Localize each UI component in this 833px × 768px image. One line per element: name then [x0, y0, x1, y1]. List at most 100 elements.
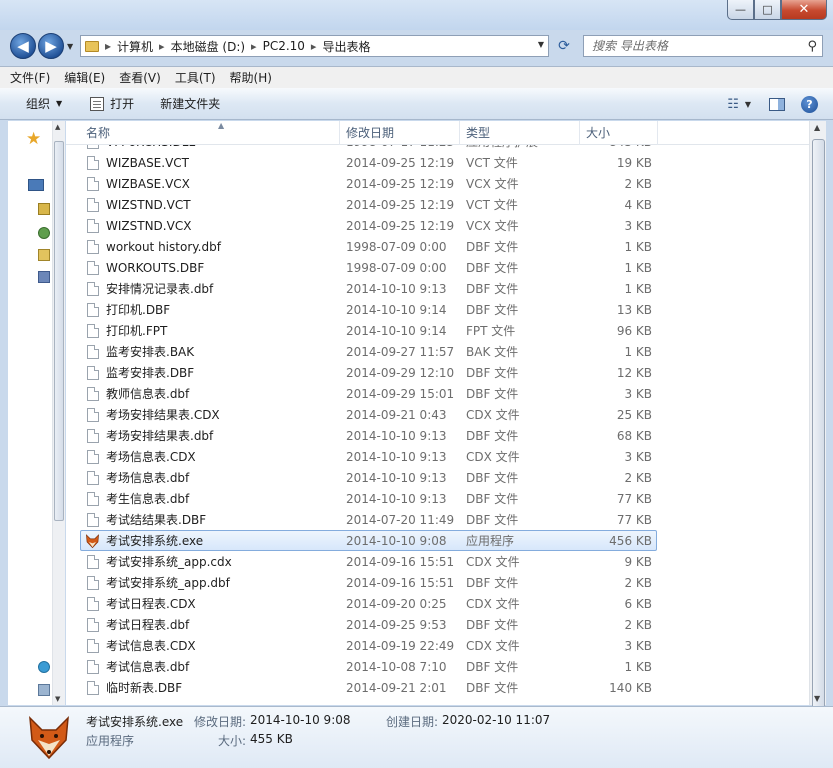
- back-button[interactable]: ◀: [10, 33, 36, 59]
- menu-edit[interactable]: 编辑(E): [64, 69, 105, 86]
- file-type: DBF 文件: [466, 429, 519, 443]
- file-row[interactable]: 安排情况记录表.dbf 2014-10-10 9:13 DBF 文件 1 KB: [80, 278, 657, 299]
- file-row[interactable]: 考生信息表.dbf 2014-10-10 9:13 DBF 文件 77 KB: [80, 488, 657, 509]
- homegroup-icon[interactable]: [38, 227, 50, 239]
- file-row[interactable]: 临时新表.DBF 2014-09-21 2:01 DBF 文件 140 KB: [80, 677, 657, 698]
- file-row[interactable]: 考试安排系统_app.dbf 2014-09-16 15:51 DBF 文件 2 KB: [80, 572, 657, 593]
- organize-button[interactable]: 组织 ▼: [0, 88, 72, 119]
- desktop-icon[interactable]: [28, 179, 44, 191]
- file-size: 77 KB: [616, 492, 652, 506]
- view-dropdown-icon[interactable]: ▼: [745, 100, 751, 109]
- scroll-down-icon[interactable]: ▼: [55, 695, 60, 703]
- file-row[interactable]: WIZBASE.VCT 2014-09-25 12:19 VCT 文件 19 KB: [80, 152, 657, 173]
- file-date: 2014-09-25 12:19: [346, 177, 455, 191]
- scroll-up-icon[interactable]: ▲: [55, 123, 60, 131]
- file-row[interactable]: 监考安排表.BAK 2014-09-27 11:57 BAK 文件 1 KB: [80, 341, 657, 362]
- file-row[interactable]: 考场安排结果表.CDX 2014-09-21 0:43 CDX 文件 25 KB: [80, 404, 657, 425]
- file-row[interactable]: 考场信息表.CDX 2014-10-10 9:13 CDX 文件 3 KB: [80, 446, 657, 467]
- network-icon[interactable]: [38, 661, 50, 673]
- file-row[interactable]: 考试安排系统.exe 2014-10-10 9:08 应用程序 456 KB: [80, 530, 657, 551]
- refresh-button[interactable]: ⟳: [553, 35, 575, 57]
- scroll-down-icon[interactable]: ▼: [814, 694, 820, 703]
- file-size: 3 KB: [624, 387, 652, 401]
- menu-file[interactable]: 文件(F): [10, 69, 50, 86]
- menu-view[interactable]: 查看(V): [119, 69, 161, 86]
- file-list-scrollbar[interactable]: ▲ ▼: [809, 121, 826, 709]
- breadcrumb-item[interactable]: PC2.10: [263, 39, 305, 53]
- maximize-button[interactable]: □: [754, 0, 781, 20]
- search-input[interactable]: [592, 39, 792, 53]
- file-row[interactable]: 考试日程表.dbf 2014-09-25 9:53 DBF 文件 2 KB: [80, 614, 657, 635]
- view-options-icon[interactable]: ☷: [727, 97, 739, 112]
- file-row[interactable]: 考试信息表.CDX 2014-09-19 22:49 CDX 文件 3 KB: [80, 635, 657, 656]
- file-name: 考试安排系统_app.dbf: [106, 576, 230, 590]
- preview-pane-icon[interactable]: [769, 97, 785, 111]
- file-icon: [87, 660, 99, 674]
- open-button[interactable]: 打开: [72, 88, 144, 119]
- column-date[interactable]: 修改日期: [340, 121, 460, 145]
- drive-icon[interactable]: [38, 684, 50, 696]
- file-row[interactable]: 考试信息表.dbf 2014-10-08 7:10 DBF 文件 1 KB: [80, 656, 657, 677]
- folder-icon[interactable]: [38, 249, 50, 261]
- nav-scrollbar[interactable]: ▲ ▼: [52, 121, 65, 705]
- close-button[interactable]: ✕: [781, 0, 827, 20]
- column-name[interactable]: 名称 ▲: [80, 121, 340, 145]
- chevron-right-icon[interactable]: ▸: [251, 40, 257, 53]
- help-icon[interactable]: ?: [801, 95, 818, 113]
- sort-ascending-icon: ▲: [218, 121, 225, 130]
- minimize-button[interactable]: —: [727, 0, 754, 20]
- file-icon: [87, 681, 99, 695]
- file-size: 2 KB: [624, 576, 652, 590]
- file-row[interactable]: 打印机.DBF 2014-10-10 9:14 DBF 文件 13 KB: [80, 299, 657, 320]
- file-row[interactable]: WIZSTND.VCT 2014-09-25 12:19 VCT 文件 4 KB: [80, 194, 657, 215]
- file-row[interactable]: WIZSTND.VCX 2014-09-25 12:19 VCX 文件 3 KB: [80, 215, 657, 236]
- chevron-right-icon[interactable]: ▸: [105, 39, 111, 53]
- library-icon[interactable]: [38, 203, 50, 215]
- file-size: 19 KB: [616, 156, 652, 170]
- file-icon: [87, 177, 99, 191]
- file-row[interactable]: 考试安排系统_app.cdx 2014-09-16 15:51 CDX 文件 9 KB: [80, 551, 657, 572]
- scroll-up-icon[interactable]: ▲: [814, 123, 820, 132]
- file-list: VFP6RCHS.DLL1998-07-17 11:23应用程序扩展845 KB…: [66, 121, 809, 705]
- column-type[interactable]: 类型: [460, 121, 580, 145]
- file-icon: [87, 618, 99, 632]
- window-controls: — □ ✕: [727, 0, 827, 20]
- chevron-right-icon[interactable]: ▸: [311, 40, 317, 53]
- breadcrumb: 计算机 ▸ 本地磁盘 (D:) ▸ PC2.10 ▸ 导出表格: [117, 38, 370, 55]
- file-row[interactable]: workout history.dbf 1998-07-09 0:00 DBF 文件…: [80, 236, 657, 257]
- file-icon: [87, 639, 99, 653]
- favorites-star-icon[interactable]: ★: [26, 129, 41, 149]
- breadcrumb-item[interactable]: 本地磁盘 (D:): [171, 38, 245, 55]
- computer-icon[interactable]: [38, 271, 50, 283]
- column-size[interactable]: 大小: [580, 121, 658, 145]
- file-row[interactable]: WORKOUTS.DBF 1998-07-09 0:00 DBF 文件 1 KB: [80, 257, 657, 278]
- file-date: 1998-07-09 0:00: [346, 240, 447, 254]
- recent-pages-dropdown[interactable]: ▼: [67, 42, 73, 51]
- chevron-right-icon[interactable]: ▸: [159, 40, 165, 53]
- file-row[interactable]: 考场信息表.dbf 2014-10-10 9:13 DBF 文件 2 KB: [80, 467, 657, 488]
- file-icon: [87, 366, 99, 380]
- file-row[interactable]: 监考安排表.DBF 2014-09-29 12:10 DBF 文件 12 KB: [80, 362, 657, 383]
- file-row[interactable]: 打印机.FPT 2014-10-10 9:14 FPT 文件 96 KB: [80, 320, 657, 341]
- search-icon[interactable]: ⚲: [807, 39, 817, 54]
- address-dropdown-icon[interactable]: ▼: [538, 40, 544, 49]
- breadcrumb-item[interactable]: 计算机: [117, 38, 153, 55]
- menu-tools[interactable]: 工具(T): [175, 69, 216, 86]
- file-icon: [87, 492, 99, 506]
- file-type: DBF 文件: [466, 492, 519, 506]
- file-row[interactable]: 教师信息表.dbf 2014-09-29 15:01 DBF 文件 3 KB: [80, 383, 657, 404]
- scroll-thumb[interactable]: [812, 139, 825, 709]
- forward-button[interactable]: ▶: [38, 33, 64, 59]
- nav-scroll-thumb[interactable]: [54, 141, 64, 521]
- file-row[interactable]: 考试日程表.CDX 2014-09-20 0:25 CDX 文件 6 KB: [80, 593, 657, 614]
- menu-help[interactable]: 帮助(H): [230, 69, 272, 86]
- breadcrumb-item[interactable]: 导出表格: [322, 38, 370, 55]
- file-name: 考场安排结果表.CDX: [106, 408, 220, 422]
- address-bar[interactable]: ▸ 计算机 ▸ 本地磁盘 (D:) ▸ PC2.10 ▸ 导出表格 ▼: [80, 35, 549, 57]
- file-row[interactable]: 考试结结果表.DBF 2014-07-20 11:49 DBF 文件 77 KB: [80, 509, 657, 530]
- new-folder-button[interactable]: 新建文件夹: [144, 88, 230, 119]
- detail-created-label: 创建日期:: [386, 715, 439, 729]
- file-row[interactable]: 考场安排结果表.dbf 2014-10-10 9:13 DBF 文件 68 KB: [80, 425, 657, 446]
- file-type: FPT 文件: [466, 324, 516, 338]
- file-row[interactable]: WIZBASE.VCX 2014-09-25 12:19 VCX 文件 2 KB: [80, 173, 657, 194]
